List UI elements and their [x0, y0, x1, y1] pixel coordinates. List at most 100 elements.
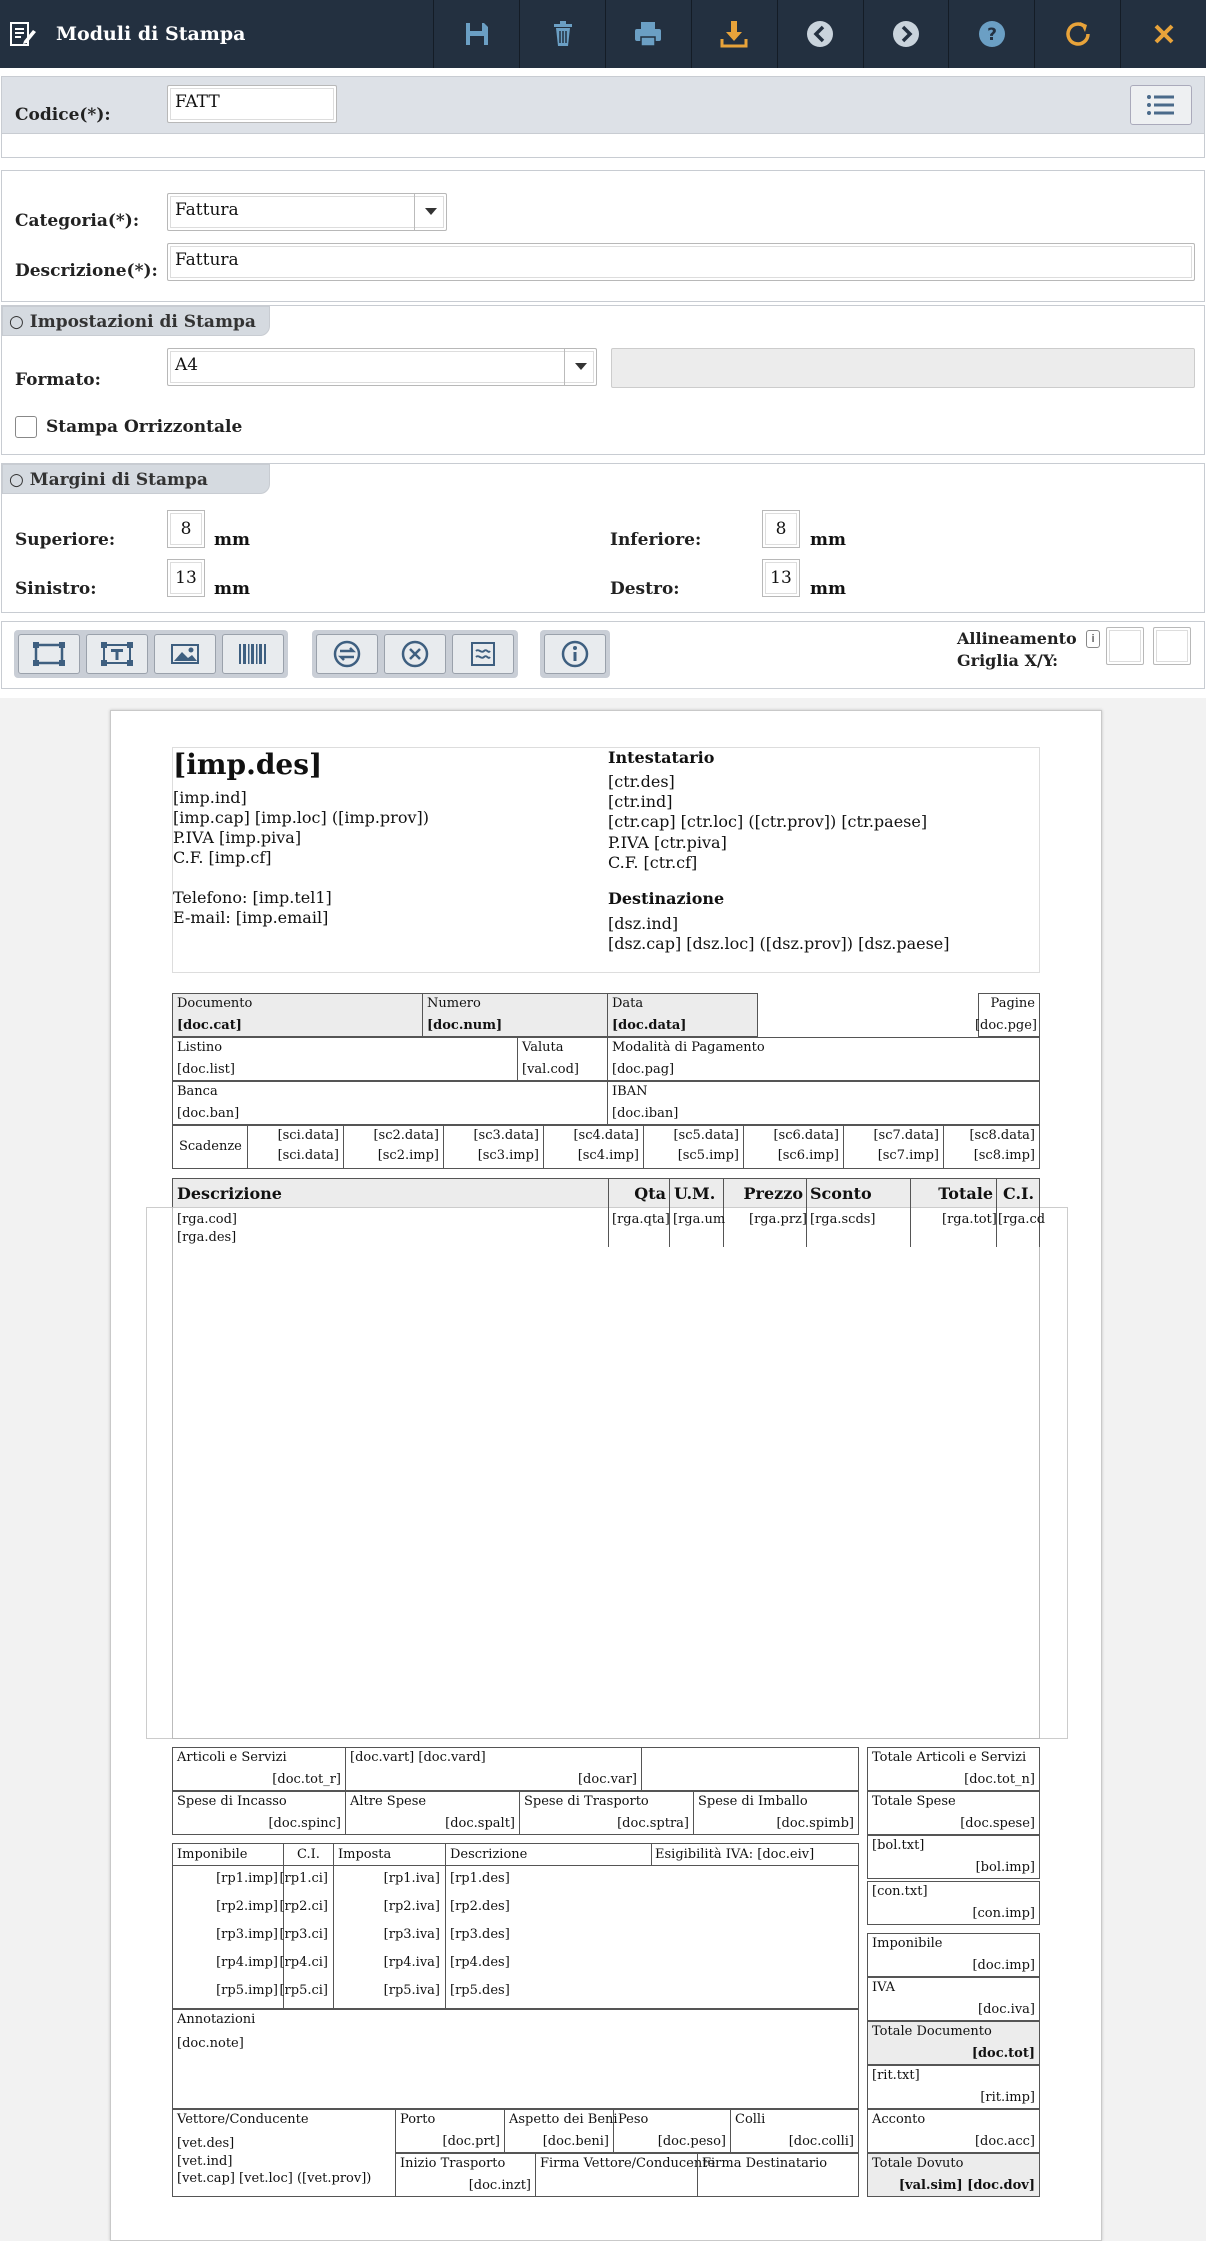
delete-button[interactable]: [519, 0, 605, 68]
total-box-con-txt[interactable]: [con.txt] [con.imp]: [867, 1881, 1040, 1925]
scadenza-cell[interactable]: [sc2.data] [sc2.imp]: [343, 1125, 444, 1169]
riepilogo-cell[interactable]: [rp3.imp]: [216, 1927, 278, 1942]
print-button[interactable]: [605, 0, 691, 68]
riepilogo-cell[interactable]: [rp1.iva]: [384, 1871, 440, 1886]
listino-box[interactable]: Listino [doc.list]: [172, 1037, 518, 1081]
riepilogo-cell[interactable]: [rp4.iva]: [384, 1955, 440, 1970]
rectangle-tool-button[interactable]: [18, 634, 80, 674]
text-tool-button[interactable]: [86, 634, 148, 674]
scadenza-cell[interactable]: [sc3.data] [sc3.imp]: [443, 1125, 544, 1169]
inizio-trasporto-box[interactable]: Inizio Trasporto [doc.inzt]: [395, 2153, 536, 2197]
riepilogo-cell[interactable]: [rp1.imp]: [216, 1871, 278, 1886]
riepilogo-cell[interactable]: [rp3.des]: [450, 1927, 510, 1942]
numero-box[interactable]: Numero [doc.num]: [422, 993, 608, 1037]
download-button[interactable]: [690, 0, 777, 68]
spese-trasporto-box[interactable]: Spese di Trasporto [doc.sptra]: [519, 1791, 694, 1835]
vettore-box[interactable]: Vettore/Conducente [vet.des] [vet.ind] [vet…: [172, 2109, 396, 2197]
total-box-bol-txt[interactable]: [bol.txt] [bol.imp]: [867, 1835, 1040, 1879]
riepilogo-cell[interactable]: [rp3.iva]: [384, 1927, 440, 1942]
total-box-tot-doc[interactable]: Totale Documento [doc.tot]: [867, 2021, 1040, 2065]
scadenza-cell[interactable]: [sc7.data] [sc7.imp]: [843, 1125, 944, 1169]
riepilogo-cell[interactable]: [rp4.des]: [450, 1955, 510, 1970]
refresh-button[interactable]: [1034, 0, 1120, 68]
scadenza-cell[interactable]: [sc4.data] [sc4.imp]: [543, 1125, 644, 1169]
aspetto-box[interactable]: Aspetto dei Beni [doc.beni]: [504, 2109, 618, 2153]
annotazioni-box[interactable]: Annotazioni [doc.note]: [172, 2009, 859, 2109]
empty-var-box[interactable]: [641, 1747, 859, 1791]
porto-box[interactable]: Porto [doc.prt]: [395, 2109, 505, 2153]
layers-tool-button[interactable]: [452, 634, 514, 674]
spese-imballo-box[interactable]: Spese di Imballo [doc.spimb]: [693, 1791, 859, 1835]
next-button[interactable]: [862, 0, 949, 68]
data-box[interactable]: Data [doc.data]: [607, 993, 758, 1037]
col-qta-header[interactable]: Qta: [608, 1178, 670, 1208]
art-serv-box[interactable]: Articoli e Servizi [doc.tot_r]: [172, 1747, 346, 1791]
imp-tel[interactable]: Telefono: [imp.tel1]: [173, 888, 332, 907]
col-desc-header[interactable]: Descrizione: [172, 1178, 609, 1208]
total-box-tot-art[interactable]: Totale Articoli e Servizi [doc.tot_n]: [867, 1747, 1040, 1791]
categoria-select[interactable]: Fattura: [167, 193, 447, 231]
col-um-header[interactable]: U.M.: [669, 1178, 724, 1208]
format-dimensions-field[interactable]: [611, 348, 1195, 388]
barcode-tool-button[interactable]: [222, 634, 284, 674]
dsz-ind[interactable]: [dsz.ind]: [608, 914, 678, 933]
imp-des[interactable]: [imp.des]: [173, 748, 322, 781]
riepilogo-cell[interactable]: [rp4.ci]: [279, 1955, 328, 1970]
destro-input[interactable]: 13: [762, 559, 800, 597]
rga-um[interactable]: [rga.um: [673, 1212, 725, 1227]
scadenza-cell[interactable]: [sc5.data] [sc5.imp]: [643, 1125, 744, 1169]
remove-tool-button[interactable]: [384, 634, 446, 674]
peso-box[interactable]: Peso [doc.peso]: [613, 2109, 731, 2153]
imp-ind[interactable]: [imp.ind]: [173, 788, 247, 807]
list-view-button[interactable]: [1130, 85, 1192, 125]
riepilogo-cell[interactable]: [rp2.imp]: [216, 1899, 278, 1914]
rga-des[interactable]: [rga.des]: [177, 1230, 236, 1245]
previous-button[interactable]: [776, 0, 863, 68]
grid-x-input[interactable]: [1106, 627, 1144, 665]
rga-scds[interactable]: [rga.scds]: [810, 1212, 876, 1227]
imp-cf[interactable]: C.F. [imp.cf]: [173, 848, 272, 867]
dsz-cap[interactable]: [dsz.cap] [dsz.loc] ([dsz.prov]) [dsz.pa…: [608, 934, 950, 953]
riepilogo-cell[interactable]: [rp2.iva]: [384, 1899, 440, 1914]
scadenza-cell[interactable]: [sc8.data] [sc8.imp]: [943, 1125, 1040, 1169]
ctr-cap[interactable]: [ctr.cap] [ctr.loc] ([ctr.prov]) [ctr.pa…: [608, 812, 927, 831]
help-button[interactable]: ?: [948, 0, 1034, 68]
destinazione-title[interactable]: Destinazione: [608, 889, 724, 908]
firma-vettore-box[interactable]: Firma Vettore/Conducente: [535, 2153, 715, 2197]
ctr-des[interactable]: [ctr.des]: [608, 772, 675, 791]
iban-box[interactable]: IBAN [doc.iban]: [607, 1081, 1040, 1125]
rga-prz[interactable]: [rga.prz]: [749, 1212, 807, 1227]
spese-incasso-box[interactable]: Spese di Incasso [doc.spinc]: [172, 1791, 346, 1835]
sinistro-input[interactable]: 13: [167, 559, 205, 597]
banca-box[interactable]: Banca [doc.ban]: [172, 1081, 608, 1125]
pagamento-box[interactable]: Modalità di Pagamento [doc.pag]: [607, 1037, 1040, 1081]
imp-cap[interactable]: [imp.cap] [imp.loc] ([imp.prov]): [173, 808, 429, 827]
info-tool-button[interactable]: [544, 634, 606, 674]
valuta-box[interactable]: Valuta [val.cod]: [517, 1037, 608, 1081]
swap-tool-button[interactable]: [316, 634, 378, 674]
riepilogo-cell[interactable]: [rp2.ci]: [279, 1899, 328, 1914]
total-box-imponibile-r[interactable]: Imponibile [doc.imp]: [867, 1933, 1040, 1977]
formato-select[interactable]: A4: [167, 348, 597, 386]
riepilogo-cell[interactable]: [rp5.des]: [450, 1983, 510, 1998]
riepilogo-cell[interactable]: [rp1.ci]: [279, 1871, 328, 1886]
col-totale-header[interactable]: Totale: [910, 1178, 997, 1208]
intestatario-title[interactable]: Intestatario: [608, 748, 714, 767]
total-box-tot-spese[interactable]: Totale Spese [doc.spese]: [867, 1791, 1040, 1835]
riepilogo-cell[interactable]: [rp1.des]: [450, 1871, 510, 1886]
total-box-acconto[interactable]: Acconto [doc.acc]: [867, 2109, 1040, 2153]
ctr-cf[interactable]: C.F. [ctr.cf]: [608, 853, 697, 872]
total-box-tot-dovuto[interactable]: Totale Dovuto [val.sim] [doc.dov]: [867, 2153, 1040, 2197]
close-button[interactable]: [1120, 0, 1206, 68]
ctr-ind[interactable]: [ctr.ind]: [608, 792, 673, 811]
col-prezzo-header[interactable]: Prezzo: [723, 1178, 807, 1208]
firma-destinatario-box[interactable]: Firma Destinatario: [697, 2153, 859, 2197]
pagine-box[interactable]: Pagine [doc.pge]: [975, 993, 1040, 1037]
grid-info-icon[interactable]: i: [1086, 630, 1100, 648]
riepilogo-cell[interactable]: [rp4.imp]: [216, 1955, 278, 1970]
col-sconto-header[interactable]: Sconto: [806, 1178, 911, 1208]
scadenza-cell[interactable]: [sci.data] [sci.data]: [247, 1125, 344, 1169]
variazioni-box[interactable]: [doc.vart] [doc.vard] [doc.var]: [345, 1747, 642, 1791]
riepilogo-cell[interactable]: [rp5.imp]: [216, 1983, 278, 1998]
codice-input[interactable]: FATT: [167, 85, 337, 123]
